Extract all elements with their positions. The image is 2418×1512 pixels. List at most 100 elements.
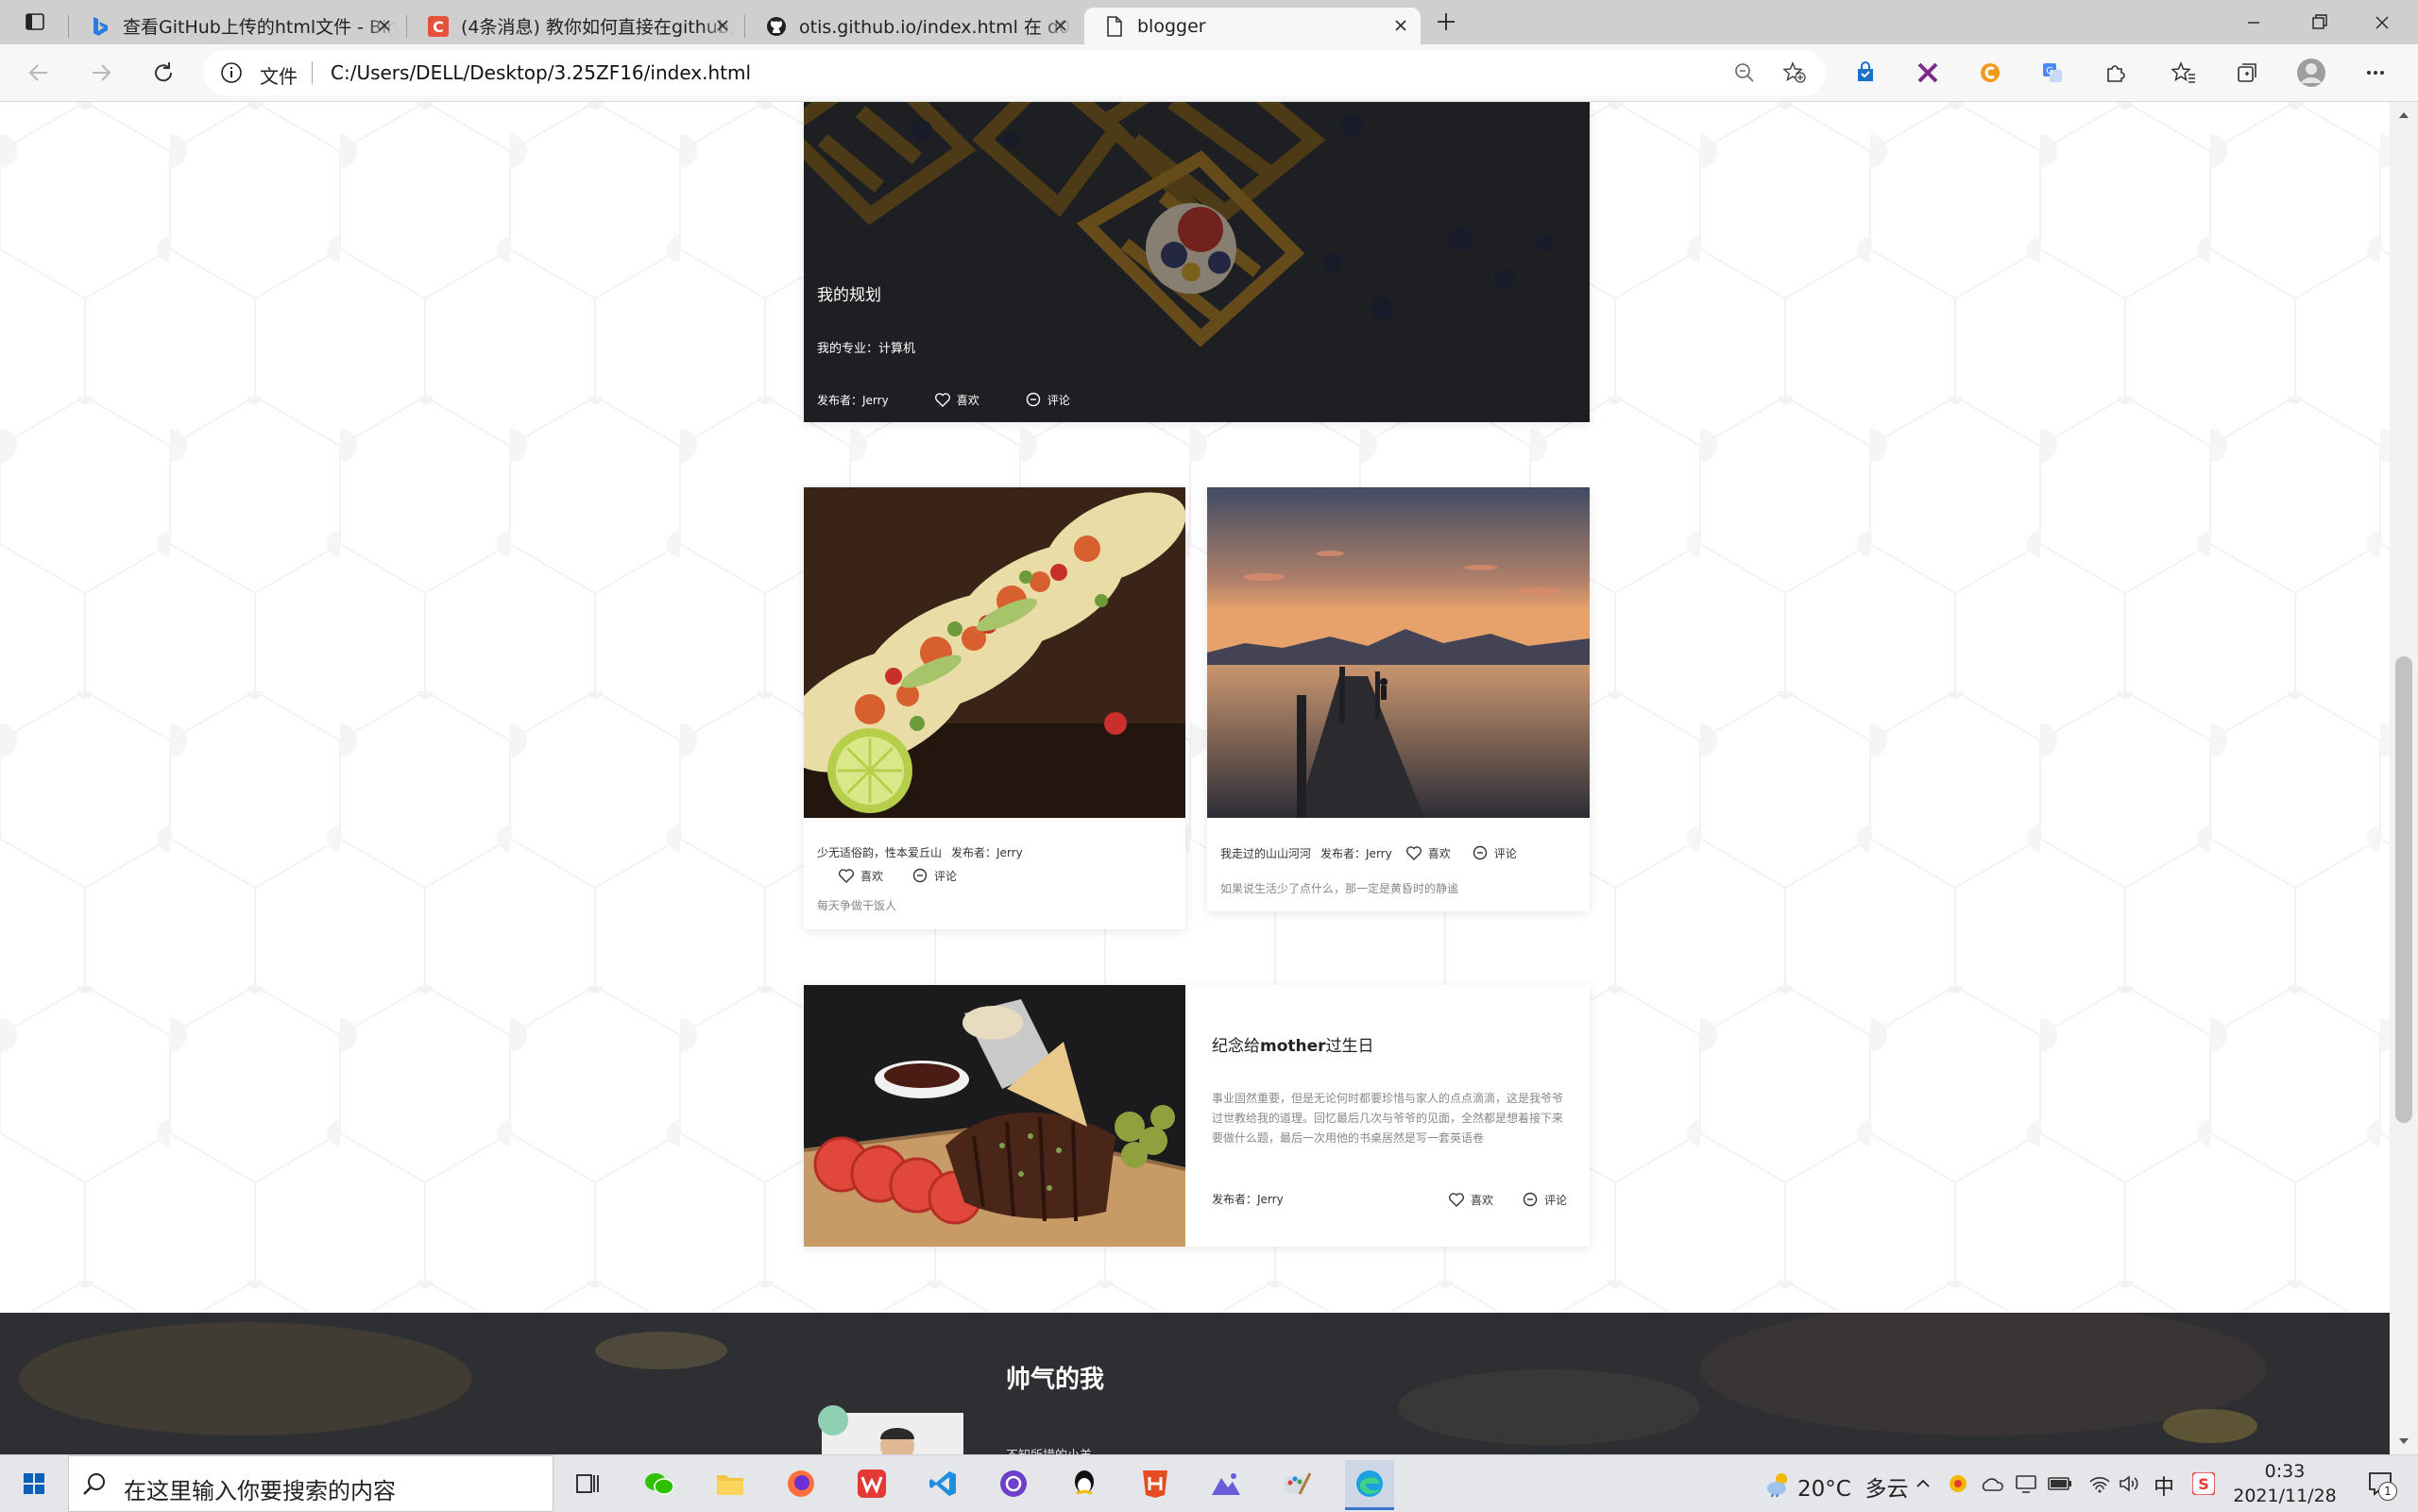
hbuilder-icon[interactable] — [1136, 1465, 1174, 1503]
hero-title: 我的规划 — [817, 286, 881, 305]
translate-extension-icon[interactable]: G — [2036, 57, 2069, 89]
card-tacos[interactable]: 少无适俗韵，性本爱丘山 发布者：Jerry 喜欢 评论 每天争做干饭人 — [804, 487, 1185, 929]
taskbar-search-box[interactable]: 在这里输入你要搜索的内容 — [68, 1455, 553, 1512]
scroll-down-icon — [2399, 1438, 2409, 1444]
restore-icon[interactable] — [2290, 6, 2346, 40]
weather-text[interactable]: 20°C 多云 — [1797, 1470, 1908, 1503]
clock[interactable]: 0:33 2021/11/28 — [2223, 1459, 2346, 1508]
chevron-up-icon[interactable] — [1910, 1465, 1936, 1503]
more-menu-icon[interactable] — [2359, 57, 2392, 89]
sogou-ime-icon[interactable]: S — [2189, 1465, 2218, 1503]
tab-blogger[interactable]: blogger — [1084, 8, 1421, 44]
onedrive-icon[interactable] — [1978, 1465, 2006, 1503]
weather-icon[interactable] — [1761, 1465, 1798, 1503]
back-icon[interactable] — [23, 57, 55, 89]
firefox-icon[interactable] — [782, 1465, 820, 1503]
comment-label[interactable]: 评论 — [1047, 392, 1070, 408]
svg-text:C: C — [433, 18, 444, 36]
zoom-icon[interactable] — [1733, 61, 1756, 84]
notification-count: 1 — [2378, 1482, 2397, 1501]
windows-start-icon[interactable] — [15, 1465, 53, 1503]
author-label: 发布者：Jerry — [951, 846, 1023, 859]
comment-icon[interactable] — [1025, 391, 1042, 408]
favorites-icon[interactable] — [2168, 57, 2200, 89]
search-icon — [82, 1471, 107, 1496]
hero-card[interactable]: 我的规划 我的专业：计算机 发布者：Jerry 喜欢 评论 — [804, 102, 1590, 422]
comment-label[interactable]: 评论 — [1544, 1192, 1567, 1208]
qq-icon[interactable] — [1065, 1465, 1103, 1503]
close-window-icon[interactable] — [2354, 6, 2410, 40]
close-tab-icon[interactable] — [1390, 15, 1411, 36]
waffle-photo — [804, 102, 1590, 422]
device-icon[interactable] — [2012, 1465, 2040, 1503]
new-tab-icon[interactable] — [1430, 6, 1462, 38]
add-favorite-icon[interactable] — [1782, 61, 1807, 84]
x-extension-icon[interactable] — [1912, 57, 1944, 89]
close-tab-icon[interactable] — [712, 15, 733, 36]
paint-icon[interactable] — [1278, 1465, 1316, 1503]
shopping-extension-icon[interactable] — [1849, 57, 1882, 89]
page-scrollbar[interactable] — [2390, 102, 2418, 1454]
tab-strip: 查看GitHub上传的html文件 - Bing C (4条消息) 教你如何直接… — [0, 0, 2418, 44]
ime-indicator[interactable]: 中 — [2154, 1470, 2174, 1501]
close-tab-icon[interactable] — [1050, 15, 1071, 36]
wechat-icon[interactable] — [640, 1465, 678, 1503]
like-label[interactable]: 喜欢 — [957, 392, 979, 408]
file-explorer-icon[interactable] — [711, 1465, 749, 1503]
search-placeholder: 在这里输入你要搜索的内容 — [124, 1478, 396, 1504]
wps-icon[interactable] — [853, 1465, 891, 1503]
vscode-icon[interactable] — [924, 1465, 962, 1503]
comment-icon[interactable] — [1472, 844, 1489, 861]
like-label[interactable]: 喜欢 — [1471, 1192, 1493, 1208]
tab-bing[interactable]: 查看GitHub上传的html文件 - Bing — [70, 8, 404, 44]
comment-label[interactable]: 评论 — [1494, 845, 1517, 861]
svg-text:S: S — [2198, 1475, 2209, 1493]
address-bar[interactable]: 文件 C:/Users/DELL/Desktop/3.25ZF16/index.… — [203, 50, 1826, 95]
heart-icon[interactable] — [1405, 844, 1422, 861]
collections-icon[interactable] — [2231, 57, 2263, 89]
wifi-icon[interactable] — [2086, 1465, 2114, 1503]
info-icon[interactable] — [220, 61, 243, 84]
forward-icon[interactable] — [85, 57, 117, 89]
lake-meta: 我走过的山山河河 发布者：Jerry 喜欢 评论 — [1220, 844, 1517, 861]
battery-icon[interactable] — [2046, 1465, 2074, 1503]
comment-label[interactable]: 评论 — [934, 868, 957, 884]
hero-desc: 我的专业：计算机 — [817, 342, 916, 356]
comment-icon[interactable] — [1522, 1191, 1539, 1208]
card-mother-birthday[interactable]: 纪念给mother过生日 事业固然重要，但是无论何时都要珍惜与家人的点点滴滴，这… — [804, 985, 1590, 1247]
profile-avatar-icon[interactable] — [2295, 57, 2327, 89]
tray-app-icon[interactable] — [1944, 1465, 1972, 1503]
svg-text:G: G — [2046, 66, 2053, 76]
card-title: 我走过的山山河河 — [1220, 846, 1312, 860]
tab-csdn[interactable]: C (4条消息) 教你如何直接在github上 — [408, 8, 742, 44]
badge-dot — [818, 1405, 848, 1436]
url-text[interactable]: C:/Users/DELL/Desktop/3.25ZF16/index.htm… — [331, 61, 751, 84]
comment-icon[interactable] — [911, 867, 928, 884]
scrollbar-thumb[interactable] — [2395, 656, 2412, 1123]
edge-icon[interactable] — [1345, 1460, 1394, 1510]
close-tab-icon[interactable] — [374, 15, 395, 36]
author-label: 发布者：Jerry — [1320, 846, 1392, 860]
document-icon — [1103, 15, 1126, 38]
card-title: 少无适俗韵，性本爱丘山 — [817, 846, 943, 859]
orange-extension-icon[interactable] — [1974, 57, 2006, 89]
notification-center-icon[interactable]: 1 — [2361, 1465, 2399, 1503]
clock-date: 2021/11/28 — [2233, 1486, 2337, 1506]
heart-icon[interactable] — [934, 391, 951, 408]
github-icon — [765, 15, 788, 38]
github-desktop-icon[interactable] — [995, 1465, 1032, 1503]
photos-icon[interactable] — [1207, 1465, 1245, 1503]
heart-icon[interactable] — [1448, 1191, 1465, 1208]
task-view-icon[interactable] — [570, 1465, 607, 1503]
refresh-icon[interactable] — [147, 57, 179, 89]
card-lake[interactable]: 我走过的山山河河 发布者：Jerry 喜欢 评论 如果说生活少了点什么，那一定是… — [1207, 487, 1590, 911]
like-label[interactable]: 喜欢 — [860, 868, 883, 884]
heart-icon[interactable] — [838, 867, 855, 884]
tab-actions-icon[interactable] — [19, 6, 51, 38]
footer: 帅气的我 不知所措的小羊 — [0, 1313, 2390, 1454]
tab-github[interactable]: otis.github.io/index.html 在 d0ds — [746, 8, 1081, 44]
volume-icon[interactable] — [2116, 1465, 2144, 1503]
like-label[interactable]: 喜欢 — [1428, 845, 1451, 861]
extensions-icon[interactable] — [2099, 57, 2131, 89]
minimize-icon[interactable] — [2225, 6, 2282, 40]
